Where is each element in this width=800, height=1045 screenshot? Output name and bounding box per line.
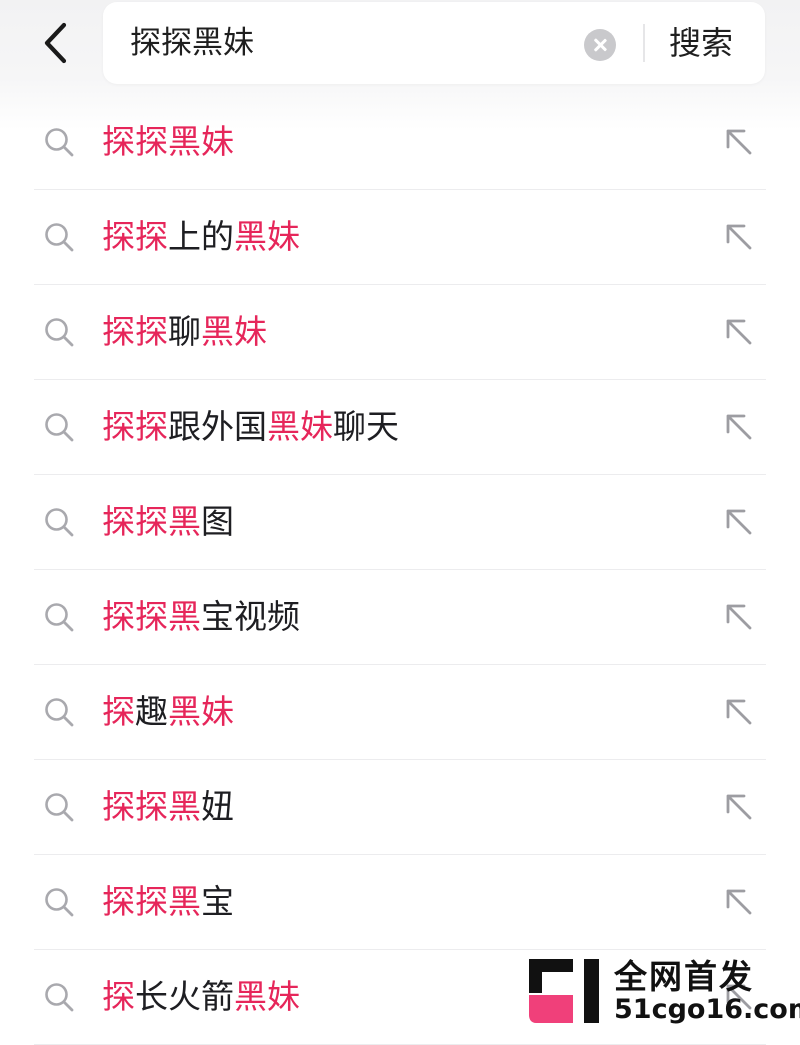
- search-input[interactable]: [130, 2, 570, 84]
- search-icon: [45, 223, 74, 252]
- highlighted-text: 探探: [102, 217, 168, 256]
- suggestion-text-part: 妞: [201, 787, 234, 826]
- suggestion-text: 探探黑宝: [102, 855, 234, 949]
- clear-circle-icon[interactable]: [584, 29, 616, 61]
- watermark-title: 全网首发: [614, 957, 754, 996]
- suggestion-text: 探长火箭黑妹: [102, 950, 300, 1044]
- fill-query-arrow-icon[interactable]: [722, 315, 756, 349]
- divider: [643, 24, 645, 62]
- suggestion-item[interactable]: 探探黑宝: [34, 855, 766, 950]
- suggestion-text: 探趣黑妹: [102, 665, 234, 759]
- suggestion-text-part: 图: [201, 502, 234, 541]
- suggestion-item[interactable]: 探探黑宝视频: [34, 570, 766, 665]
- suggestion-text-part: 宝: [201, 882, 234, 921]
- suggestion-text: 探探黑妹: [102, 95, 234, 189]
- highlighted-text: 探: [102, 692, 135, 731]
- suggestion-item[interactable]: 探探聊黑妹: [34, 285, 766, 380]
- back-button[interactable]: [30, 18, 80, 68]
- search-icon: [45, 793, 74, 822]
- suggestion-text: 探探黑妞: [102, 760, 234, 854]
- suggestion-item[interactable]: 探探黑妹: [34, 95, 766, 190]
- suggestion-text: 探探跟外国黑妹聊天: [102, 380, 399, 474]
- suggestion-item[interactable]: 探趣黑妹: [34, 665, 766, 760]
- search-icon: [45, 128, 74, 157]
- highlighted-text: 黑妹: [201, 312, 267, 351]
- fill-query-arrow-icon[interactable]: [722, 220, 756, 254]
- search-box: 搜索: [103, 2, 765, 84]
- suggestion-text: 探探上的黑妹: [102, 190, 300, 284]
- suggestion-text-part: 宝视频: [201, 597, 300, 636]
- suggestion-text-part: 上的: [168, 217, 234, 256]
- suggestion-text-part: 聊: [168, 312, 201, 351]
- highlighted-text: 探: [102, 977, 135, 1016]
- search-icon: [45, 888, 74, 917]
- fill-query-arrow-icon[interactable]: [722, 790, 756, 824]
- search-icon: [45, 508, 74, 537]
- highlighted-text: 黑妹: [267, 407, 333, 446]
- highlighted-text: 探探: [102, 407, 168, 446]
- suggestion-item[interactable]: 探探上的黑妹: [34, 190, 766, 285]
- fill-query-arrow-icon[interactable]: [722, 505, 756, 539]
- suggestion-text-part: 长火箭: [135, 977, 234, 1016]
- suggestion-text-part: 跟外国: [168, 407, 267, 446]
- highlighted-text: 探探黑: [102, 787, 201, 826]
- suggestion-text: 探探黑宝视频: [102, 570, 300, 664]
- suggestion-list: 探探黑妹 探探上的黑妹 探探聊黑妹 探探跟外国黑妹聊天 探探黑图 探探黑宝视频 探趣黑妹 探探…: [34, 95, 766, 1045]
- highlighted-text: 黑妹: [234, 977, 300, 1016]
- suggestion-item[interactable]: 探探跟外国黑妹聊天: [34, 380, 766, 475]
- fill-query-arrow-icon[interactable]: [722, 600, 756, 634]
- search-icon: [45, 413, 74, 442]
- fill-query-arrow-icon[interactable]: [722, 125, 756, 159]
- suggestion-text: 探探聊黑妹: [102, 285, 267, 379]
- highlighted-text: 黑妹: [168, 122, 234, 161]
- suggestion-item[interactable]: 探探黑图: [34, 475, 766, 570]
- highlighted-text: 探探: [102, 312, 168, 351]
- chevron-left-icon: [44, 22, 67, 64]
- watermark-logo: [529, 959, 599, 1023]
- highlighted-text: 探探黑: [102, 502, 201, 541]
- highlighted-text: 黑妹: [234, 217, 300, 256]
- fill-query-arrow-icon[interactable]: [722, 885, 756, 919]
- watermark: 全网首发 51cgo16.com: [526, 950, 800, 1033]
- highlighted-text: 探探: [102, 122, 168, 161]
- suggestion-text: 探探黑图: [102, 475, 234, 569]
- highlighted-text: 探探黑: [102, 597, 201, 636]
- search-icon: [45, 983, 74, 1012]
- fill-query-arrow-icon[interactable]: [722, 410, 756, 444]
- search-icon: [45, 603, 74, 632]
- search-icon: [45, 698, 74, 727]
- fill-query-arrow-icon[interactable]: [722, 695, 756, 729]
- highlighted-text: 黑妹: [168, 692, 234, 731]
- suggestion-item[interactable]: 探探黑妞: [34, 760, 766, 855]
- search-icon: [45, 318, 74, 347]
- watermark-url: 51cgo16.com: [614, 994, 800, 1025]
- suggestion-text-part: 趣: [135, 692, 168, 731]
- search-button[interactable]: 搜索: [669, 2, 733, 84]
- highlighted-text: 探探黑: [102, 882, 201, 921]
- suggestion-text-part: 聊天: [333, 407, 399, 446]
